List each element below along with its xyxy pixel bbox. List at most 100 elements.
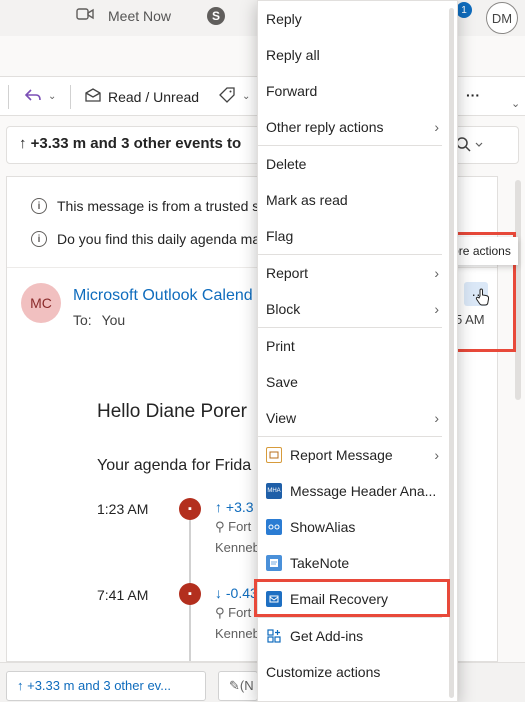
reply-arrow-icon (24, 87, 42, 106)
toolbar-divider (8, 85, 9, 109)
menu-item-takenote[interactable]: TakeNote (258, 545, 459, 581)
menu-item-view[interactable]: View › (258, 400, 459, 436)
notice-text: Do you find this daily agenda ma (57, 231, 261, 247)
pin-icon: ⚲ (215, 605, 229, 620)
menu-label: Report (266, 265, 309, 281)
menu-item-report[interactable]: Report › (258, 255, 459, 291)
info-icon: i (31, 198, 47, 214)
received-time: 5 AM (455, 312, 485, 327)
video-camera-icon (76, 7, 94, 24)
event-location-line2: Kenneb (215, 540, 260, 555)
trusted-sender-notice: i This message is from a trusted se (31, 198, 267, 214)
menu-label: Customize actions (266, 664, 381, 680)
menu-label: Report Message (290, 447, 393, 463)
message-header-analyzer-icon: MHA (266, 483, 282, 499)
menu-label: Print (266, 338, 295, 354)
event-location: ⚲ Fort (215, 519, 251, 535)
read-unread-label: Read / Unread (108, 88, 200, 105)
chevron-right-icon: › (434, 265, 439, 281)
email-recovery-highlight (254, 579, 450, 617)
event-time: 7:41 AM (97, 587, 149, 603)
agenda-feedback-notice: i Do you find this daily agenda ma (31, 231, 260, 247)
chevron-right-icon: › (434, 447, 439, 463)
event-location: ⚲ Fort (215, 605, 251, 621)
menu-label: Delete (266, 156, 307, 172)
menu-item-forward[interactable]: Forward (258, 73, 459, 109)
event-time: 1:23 AM (97, 501, 149, 517)
recipient-line: To: You (73, 312, 125, 328)
menu-label: Message Header Ana... (290, 483, 437, 499)
menu-label: Reply (266, 11, 302, 27)
draft-tab-label: (N (239, 678, 254, 693)
chevron-right-icon: › (434, 301, 439, 317)
tag-button[interactable]: ⌄ (218, 87, 250, 106)
menu-item-delete[interactable]: Delete (258, 146, 459, 182)
event-title[interactable]: ↑ +3.3 (215, 499, 254, 515)
chevron-down-icon: ⌄ (48, 91, 57, 102)
menu-item-message-header-analyzer[interactable]: MHA Message Header Ana... (258, 473, 459, 509)
to-value[interactable]: You (102, 312, 126, 328)
tag-icon (218, 87, 236, 106)
info-icon: i (31, 231, 47, 247)
event-title[interactable]: ↓ -0.43 (215, 585, 258, 601)
menu-label: Get Add-ins (290, 628, 364, 644)
chevron-down-icon: ⌄ (242, 91, 251, 102)
menu-label: Block (266, 301, 301, 317)
pencil-icon: ✎ (229, 678, 240, 693)
menu-item-other-reply-actions[interactable]: Other reply actions › (258, 109, 459, 145)
briefcase-icon: ▪ (179, 583, 201, 605)
menu-label: Other reply actions (266, 119, 384, 135)
notice-text: This message is from a trusted se (57, 198, 268, 214)
expand-ribbon-icon[interactable]: ⌄ (511, 97, 520, 110)
menu-item-block[interactable]: Block › (258, 291, 459, 327)
event-location-line2: Kenneb (215, 626, 260, 641)
chevron-right-icon: › (434, 119, 439, 135)
menu-item-customize-actions[interactable]: Customize actions (258, 654, 459, 690)
zoom-icon[interactable] (455, 136, 485, 157)
toolbar-divider (70, 85, 71, 109)
subject-text: ↑ +3.33 m and 3 other events to (19, 135, 242, 152)
toolbar-more-button[interactable]: ··· (466, 87, 480, 103)
briefcase-icon: ▪ (179, 498, 201, 520)
greeting-heading: Hello Diane Porer (97, 401, 247, 422)
meet-now-button[interactable]: Meet Now (76, 7, 171, 24)
pin-icon: ⚲ (215, 519, 229, 534)
menu-item-showalias[interactable]: ShowAlias (258, 509, 459, 545)
menu-item-reply[interactable]: Reply (258, 1, 459, 37)
menu-label: Mark as read (266, 192, 348, 208)
draft-tab[interactable]: ✎(N (218, 671, 258, 701)
sender-avatar[interactable]: MC (21, 283, 61, 323)
menu-item-print[interactable]: Print (258, 328, 459, 364)
menu-item-get-add-ins[interactable]: Get Add-ins (258, 618, 459, 654)
menu-label: ShowAlias (290, 519, 356, 535)
agenda-heading: Your agenda for Frida (97, 457, 252, 474)
read-unread-button[interactable]: Read / Unread (84, 87, 199, 106)
menu-item-report-message[interactable]: Report Message › (258, 437, 459, 473)
menu-label: View (266, 410, 297, 426)
location-text: Fort (228, 605, 252, 620)
skype-icon[interactable]: S (207, 7, 225, 25)
user-avatar[interactable]: DM (486, 2, 518, 34)
menu-label: Forward (266, 83, 318, 99)
menu-item-save[interactable]: Save (258, 364, 459, 400)
envelope-open-icon (84, 87, 102, 106)
sender-name[interactable]: Microsoft Outlook Calend (73, 287, 253, 305)
showalias-icon (266, 519, 282, 535)
menu-label: Flag (266, 228, 294, 244)
chevron-right-icon: › (434, 410, 439, 426)
meet-now-label: Meet Now (108, 7, 172, 24)
menu-label: Save (266, 374, 298, 390)
conversation-tab[interactable]: ↑ +3.33 m and 3 other ev... (6, 671, 206, 701)
location-text: Fort (228, 519, 252, 534)
menu-label: TakeNote (290, 555, 350, 571)
menu-item-reply-all[interactable]: Reply all (258, 37, 459, 73)
report-message-icon (266, 447, 282, 463)
reply-dropdown-button[interactable]: ⌄ (24, 87, 56, 106)
add-ins-grid-icon (266, 628, 282, 644)
takenote-icon (266, 555, 282, 571)
menu-item-mark-as-read[interactable]: Mark as read (258, 182, 459, 218)
hand-cursor-icon (475, 288, 491, 309)
to-label: To: (73, 312, 92, 328)
menu-item-flag[interactable]: Flag (258, 218, 459, 254)
menu-label: Reply all (266, 47, 320, 63)
